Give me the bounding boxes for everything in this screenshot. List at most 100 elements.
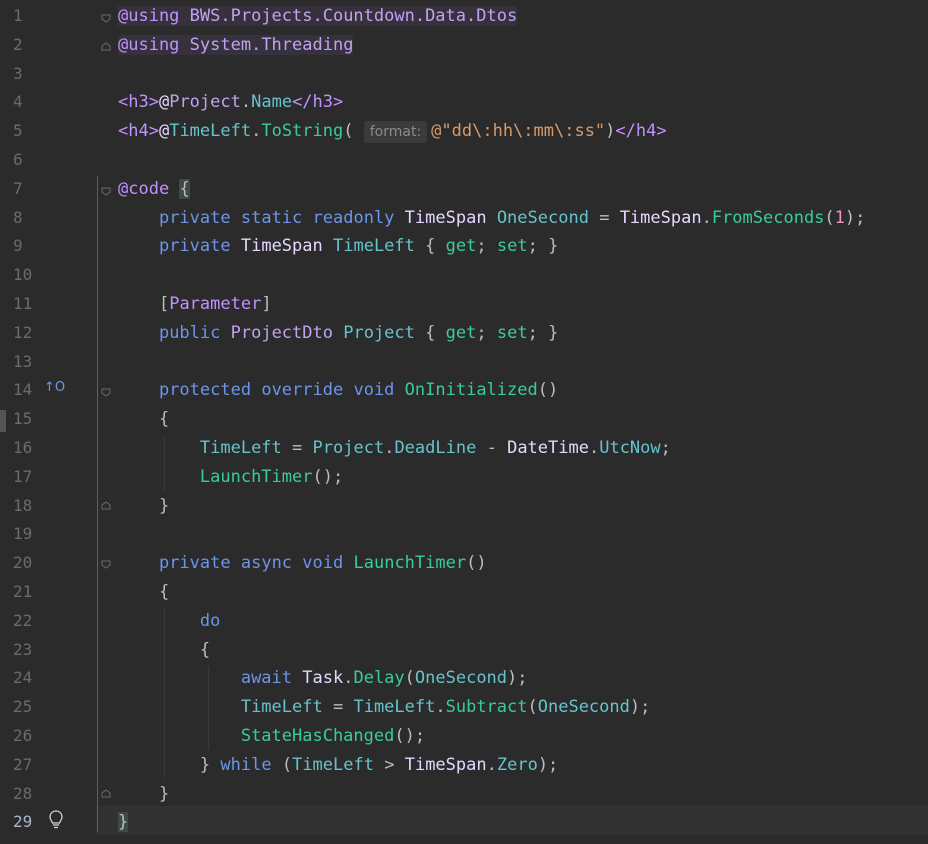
fold-arrow-icon[interactable] <box>100 9 112 23</box>
html-tag: <h3> <box>118 92 159 113</box>
code-line-22[interactable]: do <box>118 607 928 636</box>
line-number[interactable]: 23 <box>13 636 41 665</box>
line-number[interactable]: 24 <box>13 664 41 693</box>
code-line-18[interactable]: } <box>118 492 928 521</box>
code-line-29[interactable]: } <box>118 808 928 837</box>
line-number[interactable]: 9 <box>13 232 41 261</box>
operator: = <box>332 697 344 718</box>
fold-end-icon[interactable] <box>100 497 112 510</box>
property: Project <box>343 322 415 343</box>
code-line-11[interactable]: [Parameter] <box>118 290 928 319</box>
code-line-27[interactable]: } while (TimeLeft > TimeSpan.Zero); <box>118 751 928 780</box>
punct: (); <box>394 726 426 746</box>
line-number[interactable]: 17 <box>13 463 41 492</box>
brace: { <box>179 178 190 199</box>
method: Delay <box>353 668 405 689</box>
code-line-4[interactable]: <h3>@Project.Name</h3> <box>118 88 928 117</box>
code-line-25[interactable]: TimeLeft = TimeLeft.Subtract(OneSecond); <box>118 693 928 722</box>
code-line-17[interactable]: LaunchTimer(); <box>118 463 928 492</box>
namespace-token: System.Threading <box>189 34 354 55</box>
fold-end-icon[interactable] <box>100 785 112 798</box>
line-number[interactable]: 2 <box>13 31 41 60</box>
type: TimeSpan <box>404 207 487 228</box>
line-number[interactable]: 8 <box>13 204 41 233</box>
line-number[interactable]: 26 <box>13 722 41 751</box>
punct: ; <box>660 438 671 458</box>
code-line-28[interactable]: } <box>118 780 928 809</box>
brace: { <box>199 639 211 660</box>
fold-arrow-icon[interactable] <box>100 383 112 397</box>
punct: ); <box>537 754 559 775</box>
line-number[interactable]: 16 <box>13 434 41 463</box>
code-line-8[interactable]: private static readonly TimeSpan OneSeco… <box>118 204 928 233</box>
punct: ( <box>824 207 835 228</box>
line-number[interactable]: 11 <box>13 290 41 319</box>
code-line-1[interactable]: @using BWS.Projects.Countdown.Data.Dtos <box>118 2 928 31</box>
keyword: do <box>199 610 221 631</box>
namespace-token: BWS.Projects.Countdown.Data.Dtos <box>189 6 518 26</box>
line-number[interactable]: 7 <box>13 175 41 204</box>
code-line-14[interactable]: protected override void OnInitialized() <box>118 376 928 405</box>
method: StateHasChanged <box>240 726 395 746</box>
keyword: private <box>158 207 231 228</box>
line-number[interactable]: 21 <box>13 578 41 607</box>
property: DeadLine <box>394 438 477 458</box>
fold-arrow-icon[interactable] <box>100 555 112 569</box>
field: OneSecond <box>414 668 508 689</box>
scroll-position-marker[interactable] <box>0 410 6 432</box>
line-number[interactable]: 22 <box>13 607 41 636</box>
line-number[interactable]: 18 <box>13 492 41 521</box>
line-number[interactable]: 14 <box>13 376 41 405</box>
field: OneSecond <box>537 697 630 718</box>
code-line-21[interactable]: { <box>118 578 928 607</box>
punct: ; <box>527 236 538 257</box>
line-number[interactable]: 5 <box>13 117 41 146</box>
line-number[interactable]: 1 <box>13 2 41 31</box>
keyword: private <box>158 553 231 574</box>
code-editor[interactable]: 1 2 3 4 5 6 7 8 9 10 11 12 13 14 15 16 17 18 19 20 21 22 23 24 2… <box>0 0 928 844</box>
line-number[interactable]: 6 <box>13 146 41 175</box>
line-number[interactable]: 15 <box>13 405 41 434</box>
code-line-2[interactable]: @using System.Threading <box>118 31 928 60</box>
punct: . <box>384 438 395 458</box>
html-tag: <h4> <box>118 121 159 142</box>
line-number[interactable]: 28 <box>13 780 41 809</box>
override-marker-icon[interactable]: ↑O <box>44 380 65 395</box>
line-number[interactable]: 10 <box>13 261 41 290</box>
code-line-7[interactable]: @code { <box>118 175 928 204</box>
code-line-23[interactable]: { <box>118 636 928 665</box>
code-line-26[interactable]: StateHasChanged(); <box>118 722 928 751</box>
line-number[interactable]: 19 <box>13 520 41 549</box>
punct: ); <box>507 668 528 689</box>
property: UtcNow <box>599 438 661 458</box>
line-number[interactable]: 3 <box>13 60 41 89</box>
code-line-9[interactable]: private TimeSpan TimeLeft { get; set; } <box>118 232 928 261</box>
lightbulb-icon[interactable] <box>48 810 64 835</box>
brace: { <box>158 582 170 602</box>
property: TimeLeft <box>292 754 374 775</box>
code-line-12[interactable]: public ProjectDto Project { get; set; } <box>118 319 928 348</box>
keyword: protected <box>158 380 252 401</box>
brace: { <box>425 236 436 257</box>
fold-arrow-icon[interactable] <box>100 182 112 196</box>
line-number[interactable]: 25 <box>13 693 41 722</box>
type: Task <box>302 668 344 689</box>
punct: ); <box>844 207 866 228</box>
number: 1 <box>834 207 845 228</box>
method: LaunchTimer <box>353 553 467 574</box>
line-number[interactable]: 29 <box>13 808 41 837</box>
accessor: get <box>445 322 477 343</box>
code-line-5[interactable]: <h4>@TimeLeft.ToString( format: @"dd\:hh\… <box>118 117 928 146</box>
fold-end-icon[interactable] <box>100 38 112 51</box>
accessor: set <box>496 236 528 257</box>
line-number[interactable]: 20 <box>13 549 41 578</box>
code-line-15[interactable]: { <box>118 405 928 434</box>
line-number[interactable]: 13 <box>13 348 41 377</box>
line-number[interactable]: 4 <box>13 88 41 117</box>
line-number[interactable]: 12 <box>13 319 41 348</box>
line-number[interactable]: 27 <box>13 751 41 780</box>
code-line-24[interactable]: await Task.Delay(OneSecond); <box>118 664 928 693</box>
code-line-16[interactable]: TimeLeft = Project.DeadLine - DateTime.U… <box>118 434 928 463</box>
code-line-20[interactable]: private async void LaunchTimer() <box>118 549 928 578</box>
keyword: static <box>240 207 303 228</box>
